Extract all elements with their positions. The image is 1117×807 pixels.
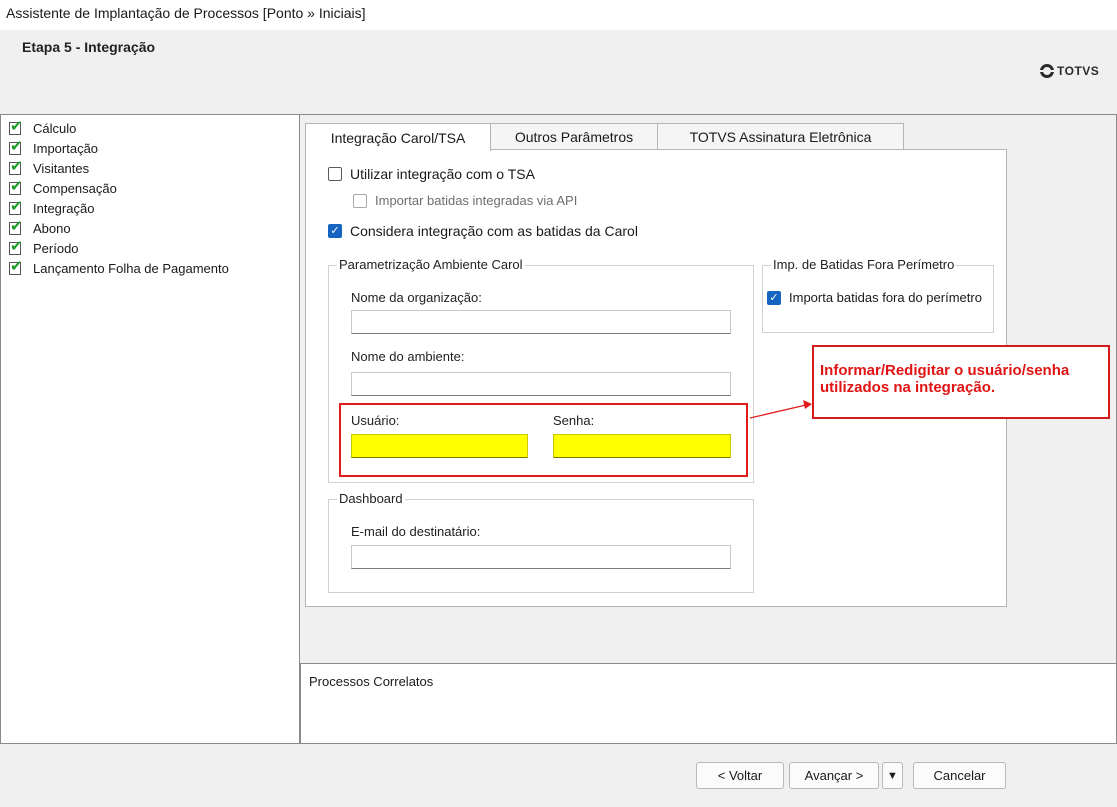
step-title: Etapa 5 - Integração [22, 39, 156, 55]
cancel-button[interactable]: Cancelar [913, 762, 1006, 789]
window-titlebar: Assistente de Implantação de Processos [… [0, 0, 1117, 30]
checked-page-icon: ✔ [9, 198, 23, 215]
import-api-label: Importar batidas integradas via API [375, 193, 578, 208]
dropdown-arrow-icon: ▼ [887, 769, 898, 782]
step-label: Lançamento Folha de Pagamento [33, 260, 229, 276]
use-tsa-checkbox[interactable]: Utilizar integração com o TSA [328, 166, 535, 182]
annotation-callout: Informar/Redigitar o usuário/senha utili… [812, 345, 1110, 419]
email-label: E-mail do destinatário: [351, 524, 481, 539]
step-item-visitantes[interactable]: ✔ Visitantes [8, 159, 89, 177]
step-item-integracao[interactable]: ✔ Integração [8, 198, 95, 217]
step-item-periodo[interactable]: ✔ Período [8, 239, 79, 257]
related-processes-panel: Processos Correlatos [300, 663, 1117, 744]
checked-page-icon: ✔ [9, 158, 23, 175]
step-item-calculo[interactable]: ✔ Cálculo [8, 119, 76, 137]
email-input[interactable] [351, 545, 731, 569]
checked-page-icon: ✔ [9, 138, 23, 155]
step-label: Período [33, 240, 79, 256]
perimeter-checkbox[interactable]: ✓ Importa batidas fora do perímetro [767, 290, 982, 305]
steps-list: ✔ Cálculo ✔ Importação ✔ Visitantes ✔ Co… [0, 114, 300, 744]
checkbox-box [353, 193, 367, 208]
checkmark-icon: ✓ [767, 290, 781, 305]
tab-totvs-assinatura[interactable]: TOTVS Assinatura Eletrônica [657, 123, 904, 150]
step-label: Integração [33, 200, 95, 216]
totvs-logo-icon [1039, 64, 1055, 78]
org-label: Nome da organização: [351, 290, 482, 305]
org-name-input[interactable] [351, 310, 731, 334]
credentials-highlight-box [339, 403, 748, 477]
carol-group-title: Parametrização Ambiente Carol [337, 257, 525, 272]
step-item-importacao[interactable]: ✔ Importação [8, 139, 98, 157]
checked-page-icon: ✔ [9, 238, 23, 255]
annotation-line-2: utilizados na integração. [820, 379, 996, 396]
annotation-line-1: Informar/Redigitar o usuário/senha [820, 362, 1070, 379]
env-name-input[interactable] [351, 372, 731, 396]
checked-page-icon: ✔ [9, 218, 23, 235]
wizard-header: Etapa 5 - Integração TOTVS [0, 30, 1117, 114]
checked-page-icon: ✔ [9, 118, 23, 135]
dashboard-group-title: Dashboard [337, 491, 405, 506]
use-tsa-label: Utilizar integração com o TSA [350, 166, 535, 182]
env-label: Nome do ambiente: [351, 349, 465, 364]
tab-integracao-carol-tsa[interactable]: Integração Carol/TSA [305, 123, 491, 151]
checked-page-icon: ✔ [9, 178, 23, 195]
perimeter-checkbox-label: Importa batidas fora do perímetro [789, 290, 982, 305]
step-label: Cálculo [33, 120, 77, 136]
step-label: Compensação [33, 180, 117, 196]
totvs-logo: TOTVS [1039, 63, 1100, 79]
step-item-abono[interactable]: ✔ Abono [8, 219, 71, 237]
step-item-lancamento-folha[interactable]: ✔ Lançamento Folha de Pagamento [8, 259, 229, 277]
totvs-logo-text: TOTVS [1057, 64, 1100, 78]
step-label: Importação [33, 140, 99, 156]
perimeter-group-title: Imp. de Batidas Fora Perímetro [771, 257, 957, 272]
tab-outros-parametros[interactable]: Outros Parâmetros [490, 123, 658, 150]
step-item-compensacao[interactable]: ✔ Compensação [8, 179, 117, 197]
step-label: Visitantes [33, 160, 90, 176]
related-processes-title: Processos Correlatos [309, 674, 434, 689]
next-button[interactable]: Avançar > [789, 762, 879, 789]
checked-page-icon: ✔ [9, 258, 23, 275]
step-label: Abono [33, 220, 71, 236]
consider-carol-label: Considera integração com as batidas da C… [350, 223, 638, 239]
consider-carol-checkbox[interactable]: ✓ Considera integração com as batidas da… [328, 223, 638, 239]
checkmark-icon: ✓ [328, 224, 342, 238]
window-title: Assistente de Implantação de Processos [… [6, 5, 366, 21]
next-dropdown-button[interactable]: ▼ [882, 762, 903, 789]
import-api-checkbox[interactable]: Importar batidas integradas via API [353, 193, 577, 208]
back-button[interactable]: < Voltar [696, 762, 784, 789]
checkbox-box [328, 167, 342, 181]
